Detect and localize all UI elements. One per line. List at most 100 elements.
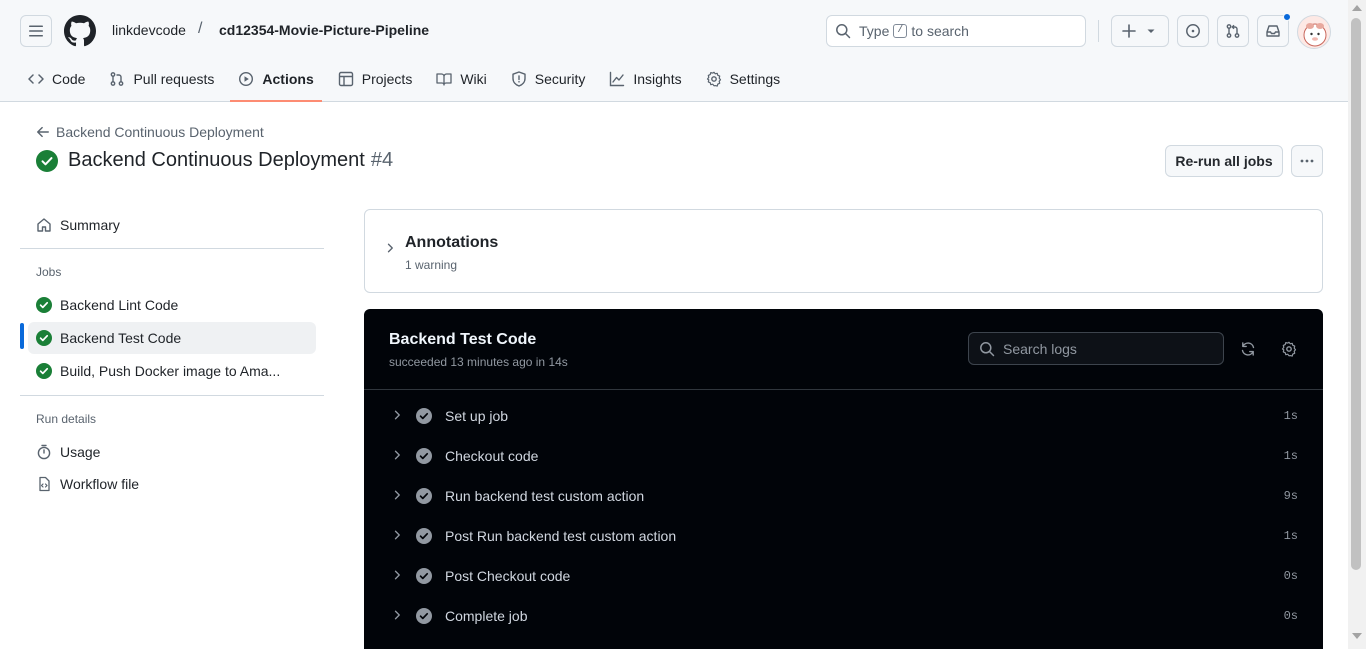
- sidebar-job-label: Backend Lint Code: [60, 297, 179, 313]
- avatar[interactable]: [1297, 15, 1331, 49]
- log-step-duration: 9s: [1283, 489, 1298, 503]
- job-log-header: Backend Test Code succeeded 13 minutes a…: [364, 309, 1323, 390]
- annotations-panel[interactable]: Annotations 1 warning: [364, 209, 1323, 293]
- issue-opened-icon: [1186, 24, 1200, 38]
- job-log-panel: Backend Test Code succeeded 13 minutes a…: [364, 309, 1323, 649]
- run-title: Backend Continuous Deployment: [68, 149, 365, 171]
- sidebar-item-summary-label: Summary: [60, 217, 120, 233]
- tab-actions[interactable]: Actions: [230, 64, 323, 102]
- more-options-button[interactable]: [1291, 145, 1323, 177]
- file-code-icon: [39, 476, 50, 492]
- tab-actions-label: Actions: [262, 71, 314, 87]
- sidebar-item-usage[interactable]: Usage: [28, 436, 316, 468]
- tab-wiki[interactable]: Wiki: [428, 64, 494, 94]
- pull-requests-button[interactable]: [1217, 15, 1249, 47]
- chevron-right-icon: [394, 410, 400, 420]
- search-logs-placeholder: Search logs: [1003, 340, 1077, 357]
- search-hint-prefix: Type: [859, 23, 890, 39]
- log-step-duration: 1s: [1283, 409, 1298, 423]
- check-circle-fill-icon: [36, 330, 52, 346]
- page-scrollbar[interactable]: [1348, 0, 1366, 649]
- create-new-button[interactable]: [1111, 15, 1169, 47]
- sidebar-divider: [20, 248, 324, 249]
- issues-button[interactable]: [1177, 15, 1209, 47]
- sidebar-item-workflow-file[interactable]: Workflow file: [28, 468, 316, 500]
- log-settings-button[interactable]: [1279, 339, 1299, 359]
- back-link-label: Backend Continuous Deployment: [56, 124, 264, 140]
- user-avatar-icon: [1303, 23, 1327, 47]
- menu-button[interactable]: [20, 15, 52, 47]
- check-circle-fill-icon: [416, 568, 432, 584]
- stopwatch-icon: [37, 444, 51, 460]
- sidebar-item-usage-label: Usage: [60, 444, 101, 460]
- chevron-right-icon: [387, 243, 393, 253]
- tab-insights[interactable]: Insights: [601, 64, 689, 94]
- log-step[interactable]: Run backend test custom action 9s: [364, 476, 1323, 516]
- chevron-right-icon: [394, 610, 400, 620]
- scroll-down-arrow-icon[interactable]: [1352, 633, 1362, 639]
- chevron-right-icon: [394, 450, 400, 460]
- run-number: #4: [370, 149, 394, 171]
- git-pull-request-icon: [1226, 24, 1240, 38]
- github-logo-icon[interactable]: [64, 15, 96, 47]
- repo-navigation: Code Pull requests Actions Projects Wiki…: [20, 64, 796, 102]
- check-circle-fill-icon: [36, 297, 52, 313]
- scroll-up-arrow-icon[interactable]: [1352, 5, 1362, 11]
- log-step[interactable]: Checkout code 1s: [364, 436, 1323, 476]
- check-circle-fill-icon: [36, 149, 58, 172]
- sidebar-job-backend-test[interactable]: Backend Test Code: [28, 322, 316, 354]
- tab-pull-requests[interactable]: Pull requests: [101, 64, 222, 94]
- check-circle-fill-icon: [416, 528, 432, 544]
- sidebar-job-label: Backend Test Code: [60, 330, 182, 346]
- tab-security-label: Security: [534, 71, 586, 87]
- tab-wiki-label: Wiki: [460, 71, 487, 87]
- breadcrumb-owner[interactable]: linkdevcode: [112, 22, 186, 38]
- code-icon: [28, 74, 44, 84]
- sidebar-job-build-push[interactable]: Build, Push Docker image to Ama...: [28, 355, 316, 387]
- tab-settings[interactable]: Settings: [698, 64, 789, 94]
- log-step[interactable]: Post Checkout code 0s: [364, 556, 1323, 596]
- log-step-label: Checkout code: [445, 448, 539, 464]
- tab-code-label: Code: [52, 71, 86, 87]
- tab-security[interactable]: Security: [503, 64, 594, 94]
- breadcrumb-repo[interactable]: cd12354-Movie-Picture-Pipeline: [219, 22, 429, 38]
- graph-icon: [610, 71, 625, 87]
- search-hint: Type / to search: [859, 23, 969, 39]
- log-step-duration: 0s: [1283, 569, 1298, 583]
- back-to-workflow-link[interactable]: Backend Continuous Deployment: [36, 124, 264, 140]
- kebab-horizontal-icon: [1300, 159, 1314, 163]
- scrollbar-thumb[interactable]: [1351, 18, 1361, 570]
- sidebar-job-backend-lint[interactable]: Backend Lint Code: [28, 289, 316, 321]
- refresh-logs-button[interactable]: [1238, 339, 1258, 359]
- book-icon: [436, 73, 452, 86]
- job-status-summary: succeeded 13 minutes ago in 14s: [389, 355, 568, 369]
- plus-icon: [1122, 24, 1136, 38]
- hamburger-icon: [29, 25, 43, 37]
- arrow-left-icon: [37, 126, 49, 138]
- sidebar-job-label: Build, Push Docker image to Ama...: [60, 363, 281, 379]
- tab-projects[interactable]: Projects: [330, 64, 421, 94]
- rerun-all-jobs-button[interactable]: Re-run all jobs: [1165, 145, 1283, 177]
- chevron-right-icon: [394, 530, 400, 540]
- job-title: Backend Test Code: [389, 331, 537, 348]
- log-step[interactable]: Post Run backend test custom action 1s: [364, 516, 1323, 556]
- pull-request-icon: [111, 72, 124, 86]
- log-step-label: Post Run backend test custom action: [445, 528, 677, 544]
- log-step-duration: 1s: [1283, 449, 1298, 463]
- tab-settings-label: Settings: [729, 71, 781, 87]
- tab-code[interactable]: Code: [20, 64, 93, 94]
- breadcrumb-separator: /: [198, 20, 203, 37]
- search-logs-input[interactable]: Search logs: [968, 332, 1224, 365]
- search-shortcut-key: /: [893, 24, 908, 38]
- notification-indicator: [1283, 13, 1291, 21]
- log-step[interactable]: Set up job 1s: [364, 396, 1323, 436]
- gear-icon: [706, 71, 721, 87]
- sidebar-item-summary[interactable]: Summary: [28, 209, 316, 241]
- sidebar-divider: [20, 395, 324, 396]
- play-icon: [239, 71, 254, 87]
- log-step[interactable]: Complete job 0s: [364, 596, 1323, 636]
- global-search-input[interactable]: Type / to search: [826, 15, 1086, 47]
- log-step-label: Set up job: [445, 408, 509, 424]
- shield-icon: [512, 71, 526, 87]
- log-step-label: Complete job: [445, 608, 528, 624]
